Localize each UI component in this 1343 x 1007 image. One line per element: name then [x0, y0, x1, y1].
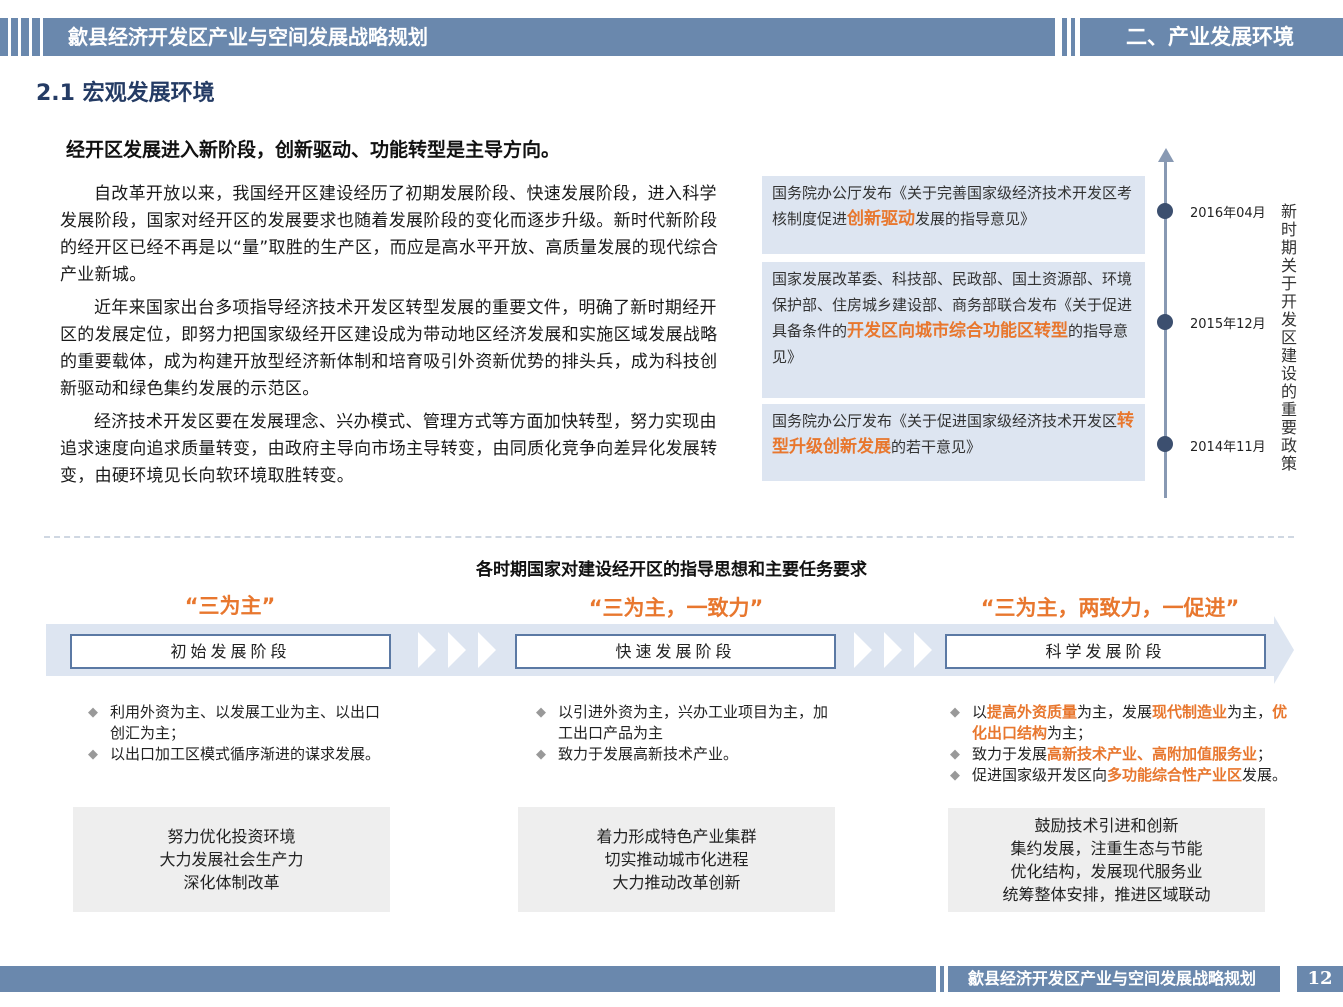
- policy-date: 2016年04月: [1190, 206, 1266, 221]
- stage-focus-box: 鼓励技术引进和创新 集约发展，注重生态与节能 优化结构，发展现代服务业 统筹整体…: [948, 808, 1265, 912]
- policy-card: 国务院办公厅发布《关于促进国家级经济技术开发区转型升级创新发展的若干意见》: [762, 404, 1145, 481]
- header-divider: [1071, 18, 1075, 56]
- diamond-bullet-icon: ◆: [536, 747, 546, 762]
- chevron-right-icon: [884, 632, 902, 668]
- footer-divider: [936, 966, 940, 992]
- task-item: ◆ 利用外资为主、以发展工业为主、以出口创汇为主；: [88, 703, 381, 742]
- chevron-right-icon: [418, 632, 436, 668]
- footer-title: 歙县经济开发区产业与空间发展战略规划: [968, 969, 1257, 988]
- timeline-marker: [1157, 314, 1173, 330]
- stage-band-arrow: [1274, 616, 1294, 684]
- body-paragraph: 自改革开放以来，我国经开区建设经历了初期发展阶段、快速发展阶段，进入科学发展阶段…: [60, 184, 719, 285]
- page-number: 12: [1297, 966, 1343, 992]
- stage-slogan: “三为主，一致力”: [588, 596, 764, 620]
- stage-label: 科学发展阶段: [945, 634, 1266, 669]
- divider: [44, 536, 1294, 538]
- diamond-bullet-icon: ◆: [88, 747, 98, 762]
- task-item: ◆ 致力于发展高新技术产业。: [536, 745, 739, 763]
- chevron-right-icon: [914, 632, 932, 668]
- stage-focus-box: 着力形成特色产业集群 切实推动城市化进程 大力推动改革创新: [518, 807, 835, 912]
- stage-task-list: ◆ 以提高外资质量为主，发展现代制造业为主，优化出口结构为主； ◆ 致力于发展高新技术…: [948, 702, 1293, 786]
- focus-line: 集约发展，注重生态与节能: [1010, 839, 1203, 858]
- chevron-right-icon: [448, 632, 466, 668]
- stage-slogan: “三为主”: [184, 594, 276, 618]
- chevron-right-icon: [478, 632, 496, 668]
- body-paragraph: 经济技术开发区要在发展理念、兴办模式、管理方式等方面加快转型，努力实现由追求速度…: [60, 412, 718, 486]
- stage-slogan: “三为主，两致力，一促进”: [980, 596, 1240, 620]
- stage-label: 初始发展阶段: [70, 634, 391, 669]
- task-item: ◆ 以出口加工区模式循序渐进的谋求发展。: [88, 745, 381, 763]
- footer-divider: [944, 966, 948, 992]
- task-item: ◆ 促进国家级开发区向多功能综合性产业区发展。: [950, 766, 1288, 784]
- header-divider: [1062, 18, 1067, 56]
- focus-line: 切实推动城市化进程: [604, 850, 749, 869]
- focus-line: 深化体制改革: [183, 873, 280, 892]
- stage-label: 快速发展阶段: [515, 634, 836, 669]
- chevron-right-icon: [854, 632, 872, 668]
- diamond-bullet-icon: ◆: [536, 705, 546, 720]
- policy-card: 国家发展改革委、科技部、民政部、国土资源部、环境保护部、住房城乡建设部、商务部联…: [762, 262, 1145, 398]
- focus-line: 大力发展社会生产力: [159, 850, 304, 869]
- timeline-marker: [1157, 436, 1173, 452]
- focus-line: 努力优化投资环境: [167, 827, 296, 846]
- diamond-bullet-icon: ◆: [950, 705, 960, 720]
- stage-task-list: ◆ 以引进外资为主，兴办工业项目为主，加工出口产品为主 ◆ 致力于发展高新技术产业。: [534, 702, 834, 765]
- policy-date: 2015年12月: [1190, 317, 1266, 332]
- focus-line: 大力推动改革创新: [612, 873, 741, 892]
- document-title: 歙县经济开发区产业与空间发展战略规划: [68, 25, 428, 49]
- task-item: ◆ 致力于发展高新技术产业、高附加值服务业；: [950, 745, 1273, 763]
- body-paragraph: 近年来国家出台多项指导经济技术开发区转型发展的重要文件，明确了新时期经开区的发展…: [60, 298, 718, 399]
- task-item: ◆ 以引进外资为主，兴办工业项目为主，加工出口产品为主: [536, 703, 829, 742]
- stage-task-list: ◆ 利用外资为主、以发展工业为主、以出口创汇为主； ◆ 以出口加工区模式循序渐进的谋求…: [86, 702, 386, 765]
- lead-statement: 经开区发展进入新阶段，创新驱动、功能转型是主导方向。: [66, 139, 561, 161]
- diamond-bullet-icon: ◆: [950, 747, 960, 762]
- focus-line: 着力形成特色产业集群: [596, 827, 757, 846]
- stage-focus-box: 努力优化投资环境 大力发展社会生产力 深化体制改革: [73, 807, 390, 912]
- diamond-bullet-icon: ◆: [88, 705, 98, 720]
- diamond-bullet-icon: ◆: [950, 768, 960, 783]
- section-label: 二、产业发展环境: [1126, 25, 1294, 49]
- policy-date: 2014年11月: [1190, 440, 1266, 455]
- task-item: ◆ 以提高外资质量为主，发展现代制造业为主，优化出口结构为主；: [950, 703, 1288, 742]
- stages-title: 各时期国家对建设经开区的指导思想和主要任务要求: [476, 560, 867, 580]
- timeline-marker: [1157, 203, 1173, 219]
- focus-line: 优化结构，发展现代服务业: [1010, 862, 1203, 881]
- timeline-label: 新时期关于开发区建设的重要政策: [1280, 202, 1297, 473]
- focus-line: 鼓励技术引进和创新: [1034, 816, 1179, 835]
- policy-card: 国务院办公厅发布《关于完善国家级经济技术开发区考核制度促进创新驱动发展的指导意见…: [762, 176, 1145, 254]
- focus-line: 统筹整体安排，推进区域联动: [1002, 885, 1211, 904]
- section-title: 2.1 宏观发展环境: [36, 81, 215, 106]
